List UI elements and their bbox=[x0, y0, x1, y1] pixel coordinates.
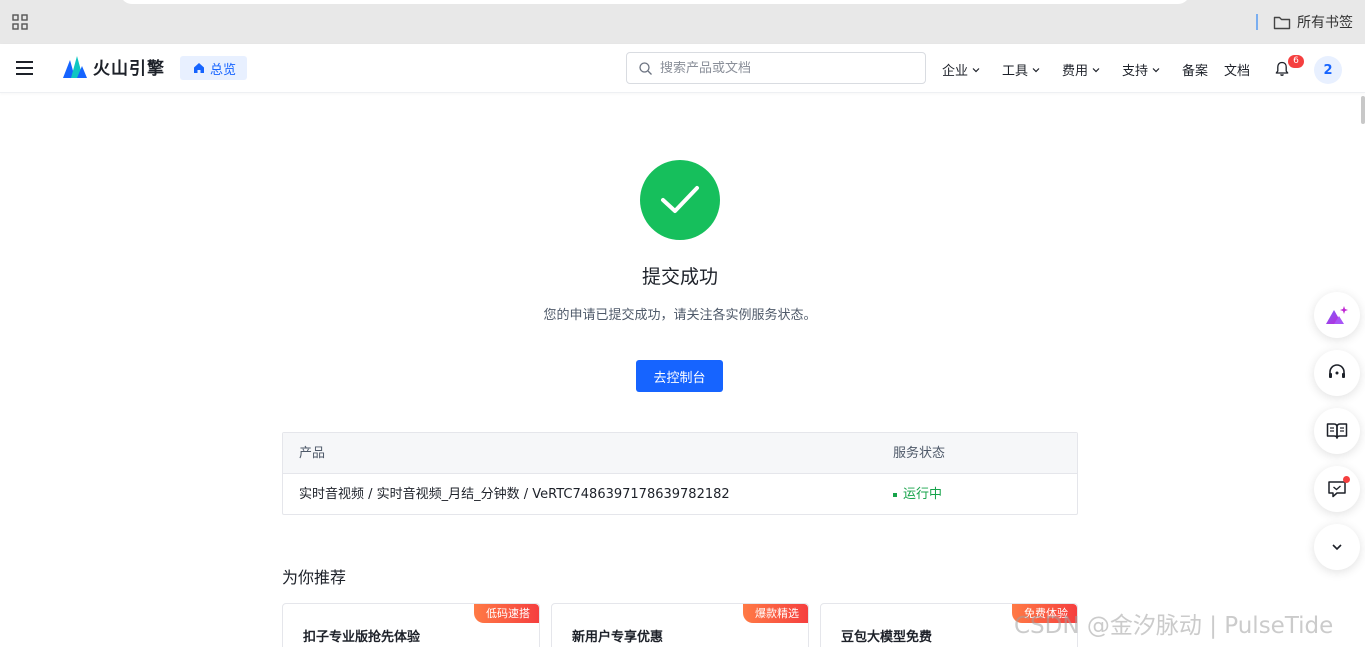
table-header: 产品 服务状态 bbox=[283, 433, 1077, 474]
scroll-down-button[interactable] bbox=[1314, 524, 1360, 570]
nav-support-label: 支持 bbox=[1122, 64, 1149, 79]
browser-bookmark-bar: 所有书签 bbox=[0, 0, 1365, 44]
overview-button[interactable]: 总览 bbox=[180, 56, 248, 80]
user-avatar[interactable]: 2 bbox=[1314, 56, 1342, 84]
overview-label: 总览 bbox=[210, 62, 237, 78]
chevron-down-icon bbox=[1332, 544, 1342, 551]
card-tag: 爆款精选 bbox=[743, 604, 808, 623]
top-navigation-bar: 火山引擎 总览 企业 工具 费用 支持 备案 文档 6 2 bbox=[0, 44, 1365, 93]
check-icon bbox=[661, 186, 699, 213]
customer-service-button[interactable] bbox=[1314, 350, 1360, 396]
success-title: 提交成功 bbox=[641, 266, 718, 288]
address-bar-edge bbox=[120, 0, 1190, 4]
nav-filing-label: 备案 bbox=[1182, 64, 1209, 79]
search-input[interactable] bbox=[660, 60, 900, 76]
column-header-status: 服务状态 bbox=[893, 446, 946, 461]
product-cell: 实时音视频 / 实时音视频_月结_分钟数 / VeRTC748639717863… bbox=[299, 487, 730, 502]
card-tag: 低码速搭 bbox=[474, 604, 539, 623]
chevron-down-icon bbox=[972, 67, 980, 72]
nav-billing[interactable]: 费用 bbox=[1062, 60, 1101, 79]
card-title: 扣子专业版抢先体验 bbox=[303, 630, 421, 645]
chevron-down-icon bbox=[1032, 67, 1040, 72]
chevron-down-icon bbox=[1152, 67, 1160, 72]
home-icon bbox=[194, 63, 204, 73]
csdn-watermark: CSDN @金汐脉动 | PulseTide bbox=[1014, 613, 1334, 639]
nav-support[interactable]: 支持 bbox=[1122, 60, 1161, 79]
documentation-button[interactable] bbox=[1314, 408, 1360, 454]
status-text: 运行中 bbox=[903, 487, 943, 502]
recommend-section-title: 为你推荐 bbox=[282, 568, 347, 587]
card-title: 新用户专享优惠 bbox=[572, 630, 664, 645]
recommend-card[interactable]: 爆款精选 新用户专享优惠 bbox=[551, 603, 809, 647]
feedback-notification-dot bbox=[1343, 476, 1350, 483]
ai-assistant-button[interactable] bbox=[1314, 292, 1360, 338]
search-box[interactable] bbox=[626, 52, 926, 84]
go-to-console-button[interactable]: 去控制台 bbox=[636, 360, 723, 392]
notification-badge: 6 bbox=[1288, 55, 1304, 68]
nav-enterprise-label: 企业 bbox=[942, 64, 969, 79]
book-icon bbox=[1326, 423, 1348, 439]
apps-grid-icon[interactable] bbox=[12, 14, 28, 30]
bookmark-separator bbox=[1256, 14, 1258, 30]
ai-assistant-icon bbox=[1326, 306, 1348, 324]
success-description: 您的申请已提交成功，请关注各实例服务状态。 bbox=[543, 308, 817, 323]
volcengine-logo[interactable]: 火山引擎 bbox=[63, 54, 165, 79]
all-bookmarks-button[interactable]: 所有书签 bbox=[1273, 12, 1353, 32]
instance-status-table: 产品 服务状态 实时音视频 / 实时音视频_月结_分钟数 / VeRTC7486… bbox=[282, 432, 1078, 515]
feedback-icon bbox=[1328, 481, 1346, 498]
customer-service-icon bbox=[1329, 364, 1345, 378]
nav-tools[interactable]: 工具 bbox=[1002, 60, 1041, 79]
nav-docs-label: 文档 bbox=[1224, 64, 1251, 79]
hamburger-menu-icon[interactable] bbox=[16, 61, 33, 75]
all-bookmarks-label: 所有书签 bbox=[1297, 15, 1353, 31]
nav-enterprise[interactable]: 企业 bbox=[942, 60, 981, 79]
status-cell: 运行中 bbox=[893, 474, 942, 515]
volcano-logo-icon bbox=[63, 55, 87, 78]
table-row: 实时音视频 / 实时音视频_月结_分钟数 / VeRTC748639717863… bbox=[283, 474, 1077, 515]
nav-docs[interactable]: 文档 bbox=[1224, 60, 1250, 79]
feedback-button[interactable] bbox=[1314, 466, 1360, 512]
card-title: 豆包大模型免费 bbox=[841, 630, 933, 645]
chevron-down-icon bbox=[1092, 67, 1100, 72]
status-indicator-dot bbox=[893, 492, 897, 497]
success-check-badge bbox=[640, 160, 720, 240]
folder-icon bbox=[1273, 16, 1291, 29]
column-header-product: 产品 bbox=[299, 446, 326, 461]
logo-text: 火山引擎 bbox=[93, 59, 165, 79]
scrollbar-thumb[interactable] bbox=[1361, 96, 1365, 124]
nav-filing[interactable]: 备案 bbox=[1182, 60, 1208, 79]
recommend-card[interactable]: 低码速搭 扣子专业版抢先体验 bbox=[282, 603, 540, 647]
search-icon bbox=[639, 61, 652, 75]
nav-billing-label: 费用 bbox=[1062, 64, 1089, 79]
nav-tools-label: 工具 bbox=[1002, 64, 1029, 79]
